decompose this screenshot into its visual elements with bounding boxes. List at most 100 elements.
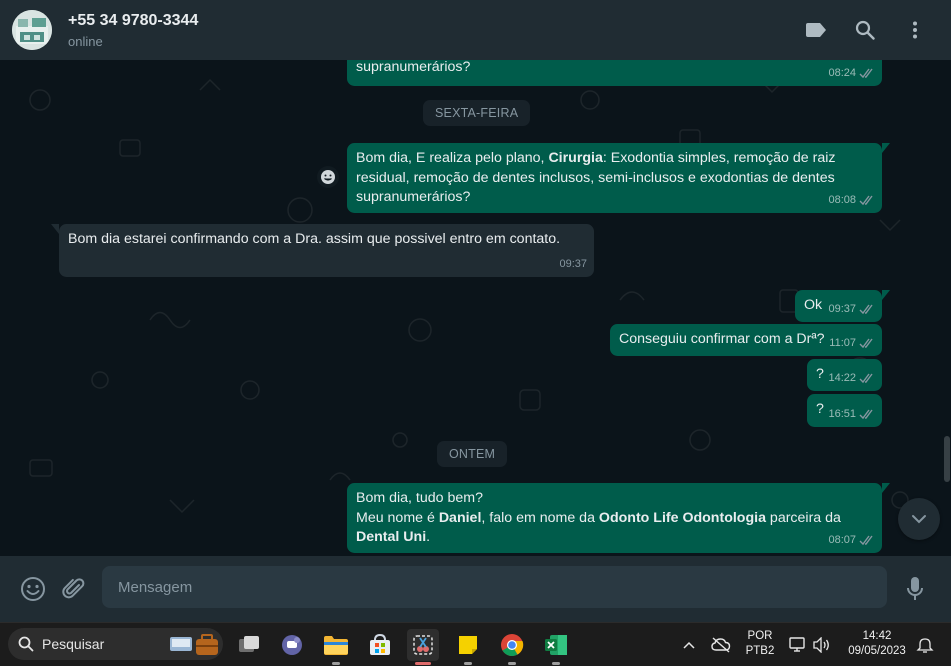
message-text: supranumerários? [356,60,471,75]
message-text: Bom dia, tudo bem? [356,490,483,506]
double-check-icon [859,68,873,78]
message-outgoing[interactable]: Bom dia, tudo bem? Meu nome é Daniel, fa… [347,483,890,553]
file-explorer-icon[interactable] [320,629,352,665]
language-code: POR [747,630,773,642]
bubble-tail [882,290,890,300]
message-text: . [426,529,431,545]
message-text: Bom dia, E realiza pelo plano, [356,150,549,166]
message-input[interactable] [102,566,887,608]
message-meta: 14:22 [828,369,875,389]
taskbar-search-label: Pesquisar [42,636,105,652]
mic-icon[interactable] [901,575,929,603]
date-separator: ONTEM [437,441,508,467]
windows-taskbar: Pesquisar POR PTB2 14:42 09/05/2023 [0,622,951,666]
keyboard-layout: PTB2 [745,645,775,657]
scrollbar[interactable] [944,436,950,482]
message-text: ? [816,401,824,417]
excel-icon[interactable] [540,629,572,665]
message-outgoing[interactable]: Conseguiu confirmar com a Drª? 11:07 [610,324,882,356]
message-list[interactable]: supranumerários? 08:24 SEXTA-FEIRA Bom d… [0,60,951,556]
message-meta: 09:37 [559,255,587,275]
store-icon[interactable] [364,629,396,661]
message-outgoing[interactable]: Bom dia, E realiza pelo plano, Cirurgia:… [347,143,890,213]
message-meta: 16:51 [828,405,875,425]
network-icon[interactable] [786,629,808,661]
clock-time: 14:42 [862,630,892,642]
running-indicator [332,662,340,665]
message-meta: 11:07 [829,334,875,354]
whatsapp-window: +55 34 9780-3344 online supranumerários?… [0,0,951,622]
clock-date: 09/05/2023 [848,645,906,657]
double-check-icon [859,409,873,419]
message-time: 11:07 [829,336,856,349]
active-indicator [415,662,431,665]
message-meta: 08:08 [828,191,875,211]
cloud-offline-icon[interactable] [710,629,732,661]
clock[interactable]: 14:42 09/05/2023 [842,629,912,659]
menu-icon[interactable] [903,18,927,42]
react-emoji-icon[interactable] [317,166,339,188]
double-check-icon [859,195,873,205]
message-bold-text: Daniel [438,509,482,526]
contact-status: online [68,34,103,49]
composer [0,556,951,622]
message-text: Meu nome é [356,509,439,526]
message-outgoing[interactable]: ? 16:51 [807,394,882,427]
double-check-icon [859,338,873,348]
running-indicator [552,662,560,665]
message-text: Bom dia estarei confirmando com a Dra. a… [68,231,561,247]
notification-icon[interactable] [914,629,936,661]
sticky-notes-icon[interactable] [452,629,484,665]
chat-header: +55 34 9780-3344 online [0,0,951,60]
task-view-icon[interactable] [233,629,265,661]
running-indicator [464,662,472,665]
label-icon[interactable] [804,18,828,42]
search-icon[interactable] [853,18,877,42]
chrome-icon[interactable] [496,629,528,665]
message-incoming[interactable]: Bom dia estarei confirmando com a Dra. a… [51,224,594,277]
message-bold-text: Dental Uni [356,529,427,545]
message-time: 14:22 [828,371,856,384]
message-text: Conseguiu confirmar com a Drª? [619,331,825,347]
double-check-icon [859,304,873,314]
chevron-down-icon [912,515,926,524]
bubble-tail [882,143,890,153]
message-time: 08:24 [828,66,856,79]
message-time: 09:37 [559,257,587,270]
contact-name[interactable]: +55 34 9780-3344 [68,12,198,30]
emoji-icon[interactable] [19,575,47,603]
taskbar-search[interactable]: Pesquisar [8,628,223,660]
message-text: parceira da [765,509,841,526]
message-time: 09:37 [828,302,856,315]
message-meta: 08:07 [828,531,875,551]
scroll-to-bottom-button[interactable] [898,498,940,540]
message-text: , falo em nome da [481,509,599,526]
attach-icon[interactable] [60,575,88,603]
message-text: Ok [804,297,823,313]
volume-icon[interactable] [810,629,832,661]
message-bold-text: Cirurgia [548,150,603,166]
message-time: 08:07 [828,533,856,546]
message-outgoing[interactable]: Ok 09:37 [795,290,890,322]
message-meta: 08:24 [828,64,875,84]
search-highlight-icon [170,634,218,655]
message-bold-text: Odonto Life Odontologia [598,509,766,526]
tray-chevron-up-icon[interactable] [680,629,698,661]
message-time: 16:51 [828,407,856,420]
avatar[interactable] [12,10,52,50]
double-check-icon [859,373,873,383]
search-icon [18,636,34,652]
bubble-tail [51,224,59,234]
message-meta: 09:37 [828,300,875,320]
teams-chat-icon[interactable] [276,629,308,661]
date-separator: SEXTA-FEIRA [423,100,531,126]
message-text: ? [816,366,824,382]
message-time: 08:08 [828,193,856,206]
message-outgoing[interactable]: supranumerários? 08:24 [347,60,882,86]
message-outgoing[interactable]: ? 14:22 [807,359,882,391]
input-language[interactable]: POR PTB2 [742,629,778,659]
snipping-tool-icon[interactable] [407,629,439,665]
bubble-tail [882,483,890,493]
double-check-icon [859,535,873,545]
running-indicator [508,662,516,665]
